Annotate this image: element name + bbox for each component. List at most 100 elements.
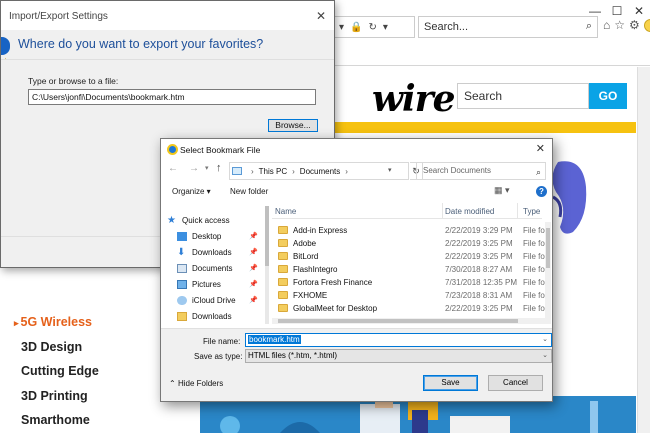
organize-button[interactable]: Organize ▾ <box>172 187 211 196</box>
file-path-input[interactable]: C:\Users\jonfi\Documents\bookmark.htm <box>28 89 316 105</box>
view-options-icon[interactable]: ▦ ▾ <box>494 185 510 196</box>
search-icon[interactable]: ⌕ <box>586 20 592 33</box>
nav-documents[interactable]: Documents 📌 <box>167 261 263 275</box>
nav-entry-label: iCloud Drive <box>192 295 236 305</box>
star-icon: ★ <box>167 214 176 226</box>
file-date: 2/22/2019 3:25 PM <box>445 304 513 313</box>
back-arrow-icon[interactable]: ← <box>168 163 178 174</box>
breadcrumb-this-pc[interactable]: This PC <box>259 167 287 176</box>
recent-locations-chevron-icon[interactable]: ▾ <box>205 164 209 172</box>
column-header-name[interactable]: Name <box>275 207 296 216</box>
file-row[interactable]: BitLord 2/22/2019 3:25 PM File fol <box>272 250 547 263</box>
dropdown-icon[interactable]: ▾ <box>383 22 388 33</box>
file-type: File fol <box>523 265 547 274</box>
chevron-up-icon: ⌃ <box>169 379 176 388</box>
cancel-button[interactable]: Cancel <box>488 375 543 391</box>
browse-button[interactable]: Browse... <box>268 119 318 132</box>
browser-search-box[interactable]: Search... ⌕ <box>418 16 598 38</box>
up-arrow-icon[interactable]: ↑ <box>216 162 222 174</box>
file-row[interactable]: GlobalMeet for Desktop 2/22/2019 3:25 PM… <box>272 302 547 315</box>
nav-downloads-folder[interactable]: Downloads <box>167 309 263 323</box>
file-row[interactable]: Adobe 2/22/2019 3:25 PM File fol <box>272 237 547 250</box>
file-list-scrollbar[interactable] <box>545 222 551 324</box>
new-folder-button[interactable]: New folder <box>230 187 268 196</box>
nav-item-smarthome[interactable]: Smarthome <box>14 408 144 433</box>
desktop-icon <box>177 231 187 241</box>
breadcrumb-documents[interactable]: Documents <box>300 167 340 176</box>
file-date: 7/23/2018 8:31 AM <box>445 291 513 300</box>
navigation-pane-scrollbar[interactable] <box>265 206 269 324</box>
favorites-star-icon[interactable]: ☆ <box>614 18 625 32</box>
chevron-right-icon[interactable]: › <box>292 167 295 176</box>
nav-desktop[interactable]: Desktop 📌 <box>167 229 263 243</box>
nav-item-3d-design[interactable]: 3D Design <box>14 335 144 360</box>
file-name: Adobe <box>293 239 317 248</box>
help-icon[interactable]: ? <box>536 186 547 197</box>
ie-logo-icon <box>167 144 178 155</box>
file-dialog-title: Select Bookmark File <box>180 145 261 155</box>
forward-arrow-icon[interactable]: → <box>189 163 199 174</box>
chevron-down-icon[interactable]: ▾ <box>388 166 392 174</box>
pictures-icon <box>177 279 187 289</box>
pin-icon: 📌 <box>249 249 258 256</box>
cloud-icon <box>177 295 187 305</box>
chevron-right-icon[interactable]: › <box>251 167 254 176</box>
nav-downloads[interactable]: ⬇ Downloads 📌 <box>167 245 263 259</box>
chevron-down-icon[interactable]: ⌄ <box>542 334 548 346</box>
chevron-right-icon[interactable]: › <box>345 167 348 176</box>
save-button[interactable]: Save <box>423 375 478 391</box>
nav-item-3d-printing[interactable]: 3D Printing <box>14 384 144 409</box>
save-type-value: HTML files (*.htm, *.html) <box>248 351 338 360</box>
file-type: File fol <box>523 239 547 248</box>
nav-pictures[interactable]: Pictures 📌 <box>167 277 263 291</box>
column-divider[interactable] <box>517 203 518 218</box>
file-search-placeholder: Search Documents <box>423 166 492 175</box>
refresh-icon[interactable]: ↻ <box>368 22 376 33</box>
site-search-input[interactable]: Search <box>457 83 589 109</box>
site-go-button[interactable]: GO <box>589 83 627 109</box>
scrollbar-thumb[interactable] <box>546 228 550 268</box>
scrollbar-thumb[interactable] <box>278 319 518 323</box>
nav-item-cutting-edge[interactable]: Cutting Edge <box>14 359 144 384</box>
hide-folders-label: Hide Folders <box>177 379 224 388</box>
feedback-smiley-icon[interactable] <box>643 19 650 32</box>
home-icon[interactable]: ⌂ <box>603 18 610 32</box>
column-divider[interactable] <box>442 203 443 218</box>
file-name: FlashIntegro <box>293 265 338 274</box>
file-row[interactable]: Add-in Express 2/22/2019 3:29 PM File fo… <box>272 224 547 237</box>
hide-folders-toggle[interactable]: ⌃ Hide Folders <box>169 379 223 388</box>
import-dialog-title: Import/Export Settings <box>9 11 108 22</box>
nav-icloud-drive[interactable]: iCloud Drive 📌 <box>167 293 263 307</box>
file-name-value: bookmark.htm <box>248 335 301 344</box>
site-logo[interactable]: wire <box>372 78 456 120</box>
column-header-type[interactable]: Type <box>523 207 540 216</box>
file-list-hscrollbar[interactable] <box>272 318 545 324</box>
file-row[interactable]: FXHOME 7/23/2018 8:31 AM File fol <box>272 289 547 302</box>
file-row[interactable]: Fortora Fresh Finance 7/31/2018 12:35 PM… <box>272 276 547 289</box>
folder-icon <box>278 226 288 234</box>
file-row[interactable]: FlashIntegro 7/30/2018 8:27 AM File fol <box>272 263 547 276</box>
file-list: Name Date modified Type Add-in Express 2… <box>272 203 552 324</box>
file-search-input[interactable]: Search Documents ⌕ <box>416 162 546 180</box>
page-scrollbar[interactable] <box>637 67 650 433</box>
column-header-date[interactable]: Date modified <box>445 207 494 216</box>
settings-gear-icon[interactable]: ⚙ <box>629 18 640 32</box>
file-name-input[interactable]: bookmark.htm ⌄ <box>245 333 552 347</box>
nav-quick-access[interactable]: ★ Quick access <box>167 213 263 227</box>
file-date: 7/30/2018 8:27 AM <box>445 265 513 274</box>
downloads-icon: ⬇ <box>177 246 186 258</box>
scrollbar-thumb[interactable] <box>265 206 269 266</box>
lock-icon[interactable]: 🔒 <box>350 22 362 33</box>
chevron-down-icon[interactable]: ⌄ <box>542 350 548 362</box>
save-type-select[interactable]: HTML files (*.htm, *.html) ⌄ <box>245 349 552 363</box>
close-icon[interactable]: ✕ <box>536 142 545 155</box>
path-breadcrumb[interactable]: › This PC › Documents › ▾ <box>229 162 409 180</box>
search-icon[interactable]: ⌕ <box>536 164 541 180</box>
file-dialog-navbar: ← → ▾ ↑ › This PC › Documents › ▾ ↻ Sear… <box>161 162 552 180</box>
nav-entry-label: Desktop <box>192 231 222 241</box>
close-icon[interactable]: ✕ <box>316 9 326 23</box>
dropdown-icon[interactable]: ▾ <box>339 22 344 33</box>
file-name: BitLord <box>293 252 319 261</box>
nav-item-5g-wireless[interactable]: 5G Wireless <box>14 310 144 335</box>
folder-icon <box>278 252 288 260</box>
